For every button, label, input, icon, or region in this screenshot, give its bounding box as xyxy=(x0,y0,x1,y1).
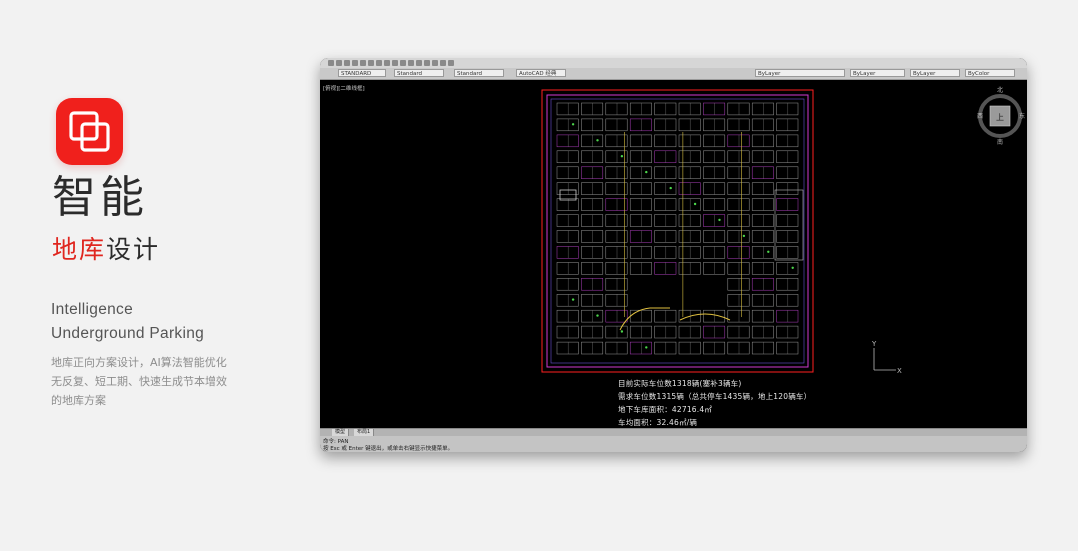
preview-icon[interactable] xyxy=(360,60,366,66)
basement-inner-outline xyxy=(550,98,805,364)
save-icon[interactable] xyxy=(344,60,350,66)
compass-west: 西 xyxy=(977,113,983,120)
dim-style-select[interactable]: Standard xyxy=(394,69,444,77)
ucs-y-label: Y xyxy=(871,340,877,348)
subtitle-accent: 地库 xyxy=(52,235,107,264)
info-area-per-car: 车均面积：32.46㎡/辆 xyxy=(618,418,698,427)
parking-floor-plan: 北 南 东 西 上 Y X xyxy=(541,86,1025,375)
ucs-axis-icon xyxy=(873,348,896,371)
compass-north: 北 xyxy=(997,86,1003,94)
viewcube-face: 上 xyxy=(996,113,1004,122)
layout-tabs: 模型 布局1 xyxy=(320,429,1027,436)
new-file-icon[interactable] xyxy=(328,60,334,66)
print-icon[interactable] xyxy=(352,60,358,66)
info-required-spaces: 需求车位数1315辆（总共停车1435辆，地上120辆车） xyxy=(618,392,812,401)
compass-south: 南 xyxy=(997,138,1003,146)
site-boundary xyxy=(541,89,814,373)
command-line-panel: 模型 布局1 命令: PAN 按 Esc 或 Enter 键退出，或单击右键显示… xyxy=(320,428,1027,452)
copy-icon[interactable] xyxy=(376,60,382,66)
zoom-icon[interactable] xyxy=(416,60,422,66)
properties-icon[interactable] xyxy=(432,60,438,66)
core-structure-right xyxy=(774,189,804,261)
info-actual-spaces: 目前实际车位数1318辆(塞补3辆车) xyxy=(618,379,742,388)
layers-icon xyxy=(69,111,110,152)
subtitle-rest: 设计 xyxy=(106,235,161,264)
english-title: Intelligence Underground Parking xyxy=(51,298,204,346)
table-style-select[interactable]: Standard xyxy=(454,69,504,77)
viewport-label[interactable]: [俯视][二维线框] xyxy=(323,84,365,92)
text-style-select[interactable]: STANDARD xyxy=(338,69,386,77)
layers-panel-icon[interactable] xyxy=(440,60,446,66)
feature-description: 地库正向方案设计，AI算法智能优化 无反复、短工期、快速生成节本增效的地库方案 xyxy=(51,356,227,407)
ucs-x-label: X xyxy=(897,367,902,375)
workspace-select[interactable]: AutoCAD 经典 xyxy=(516,69,566,77)
cad-drawing-area[interactable]: 北 南 东 西 上 Y X xyxy=(320,80,1027,428)
ramp-left xyxy=(619,307,670,331)
cad-toolbar-styles: STANDARD Standard Standard AutoCAD 经典 By… xyxy=(320,68,1027,80)
help-icon[interactable] xyxy=(448,60,454,66)
zoom-window-icon[interactable] xyxy=(424,60,430,66)
redo-icon[interactable] xyxy=(400,60,406,66)
ramp-right xyxy=(679,313,731,321)
parking-grid xyxy=(556,102,799,355)
compass-east: 东 xyxy=(1019,112,1025,120)
undo-icon[interactable] xyxy=(392,60,398,66)
tab-layout1[interactable]: 布局1 xyxy=(354,429,375,436)
layer-select[interactable]: ByLayer xyxy=(755,69,845,77)
cut-icon[interactable] xyxy=(368,60,374,66)
english-line-2: Underground Parking xyxy=(51,325,205,342)
info-basement-area: 地下车库面积：42716.4㎡ xyxy=(618,405,713,414)
cad-screenshot-window: STANDARD Standard Standard AutoCAD 经典 By… xyxy=(320,58,1027,452)
toolbar-icon-row xyxy=(328,60,454,66)
open-file-icon[interactable] xyxy=(336,60,342,66)
tab-model[interactable]: 模型 xyxy=(332,429,350,436)
lineweight-select[interactable]: ByColor xyxy=(965,69,1015,77)
color-select[interactable]: ByLayer xyxy=(850,69,905,77)
page-subtitle: 地库设计 xyxy=(52,237,160,262)
page-title: 智能 xyxy=(52,172,148,223)
english-line-1: Intelligence xyxy=(51,301,134,318)
linetype-select[interactable]: ByLayer xyxy=(910,69,960,77)
pan-icon[interactable] xyxy=(408,60,414,66)
paste-icon[interactable] xyxy=(384,60,390,66)
command-prompt-line[interactable]: 按 Esc 或 Enter 键退出，或单击右键显示快捷菜单。 xyxy=(323,444,453,452)
app-logo xyxy=(56,98,123,165)
